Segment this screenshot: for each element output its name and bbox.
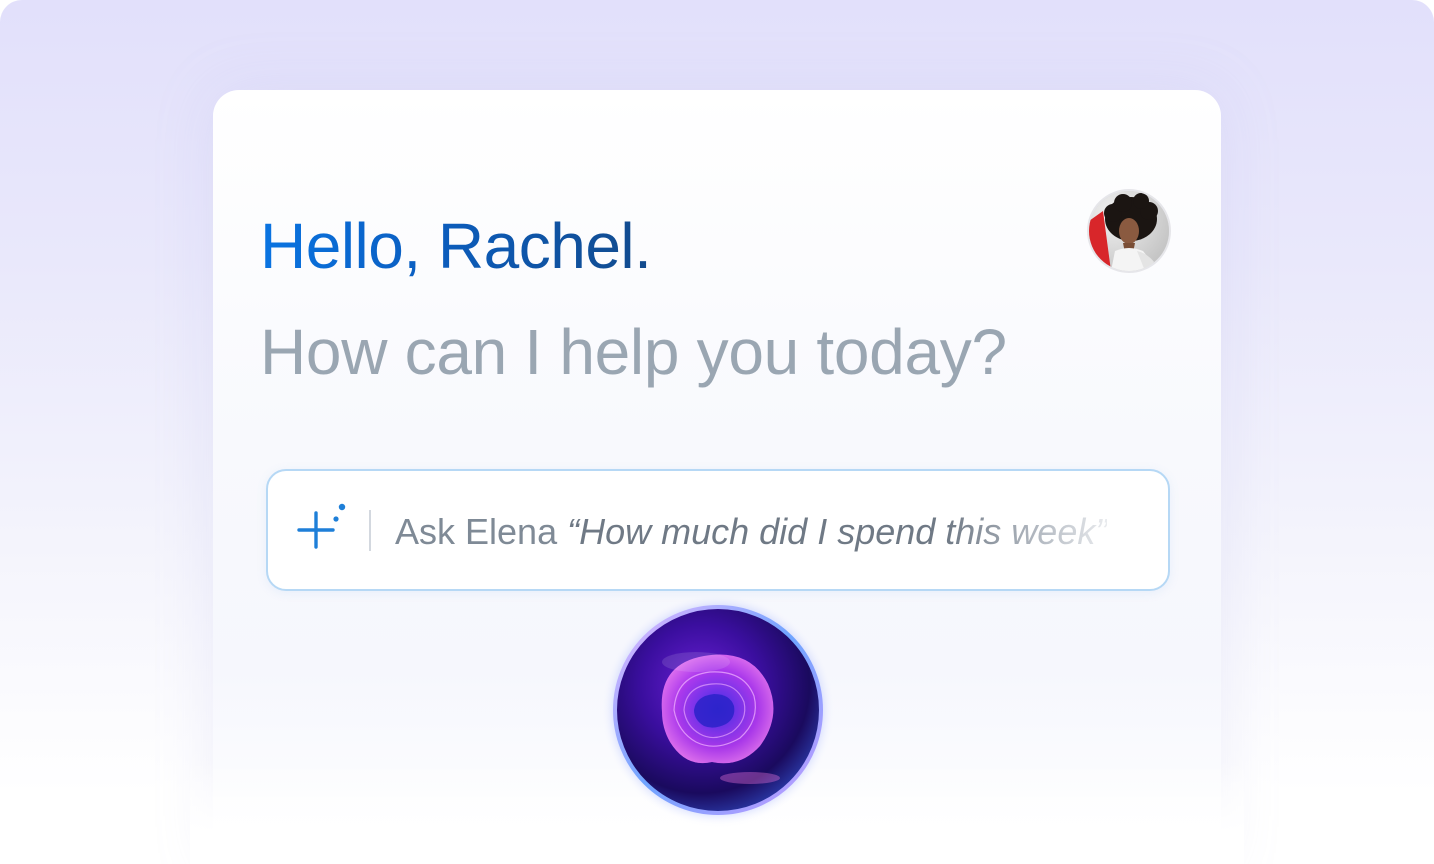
prompt-prefix: Ask Elena xyxy=(395,511,558,552)
user-avatar[interactable] xyxy=(1087,189,1171,273)
input-divider xyxy=(369,510,371,551)
ai-sparkle-plus-icon[interactable] xyxy=(296,501,350,555)
greeting-title: Hello, Rachel. xyxy=(260,206,652,286)
assistant-subtitle: How can I help you today? xyxy=(260,316,1007,388)
prompt-example: “How much did I spend this week” xyxy=(567,511,1108,552)
voice-assistant-orb[interactable] xyxy=(600,592,836,828)
prompt-placeholder[interactable]: Ask Elena “How much did I spend this wee… xyxy=(395,508,1155,556)
avatar-photo-icon xyxy=(1089,191,1169,271)
